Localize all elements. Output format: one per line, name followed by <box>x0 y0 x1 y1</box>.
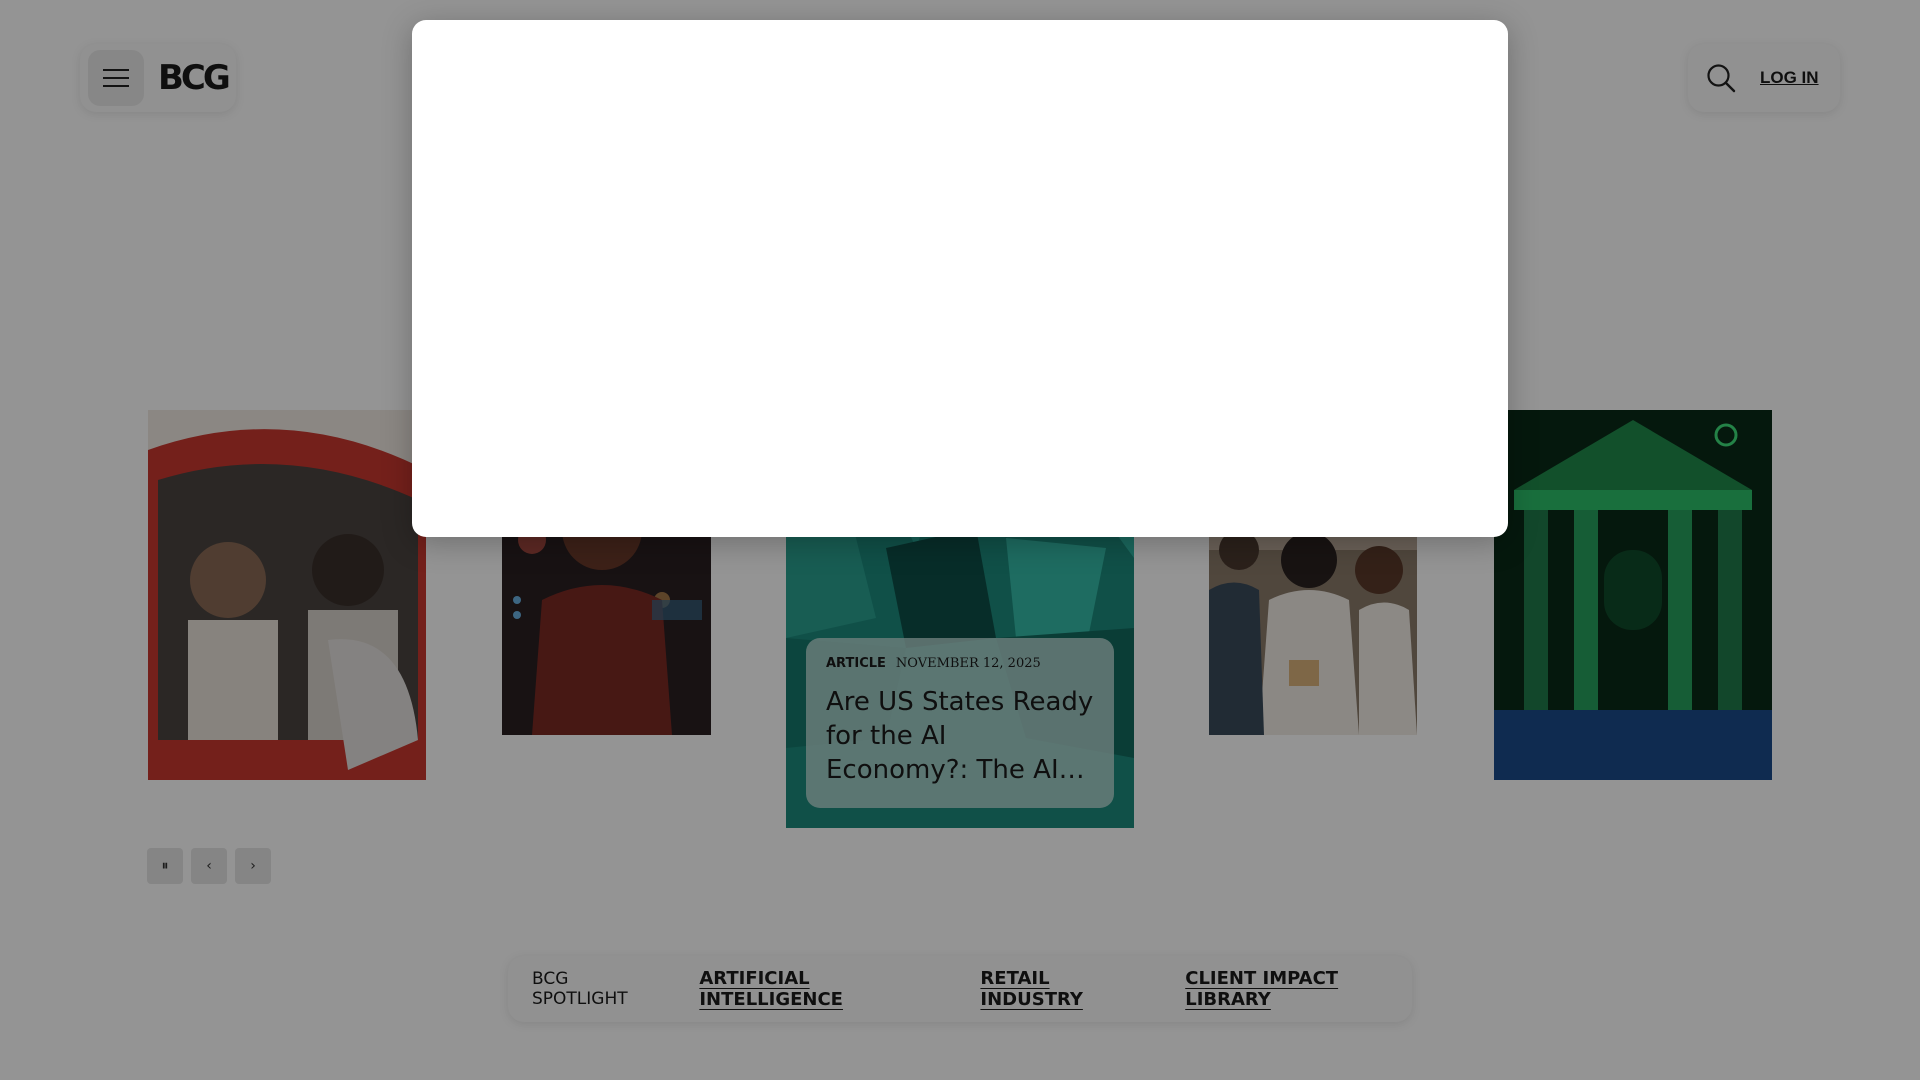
modal-dialog[interactable] <box>412 20 1508 537</box>
page: BCG LOG IN ARTICLE NOVEMBER 12, 2025 Are… <box>0 0 1920 1080</box>
